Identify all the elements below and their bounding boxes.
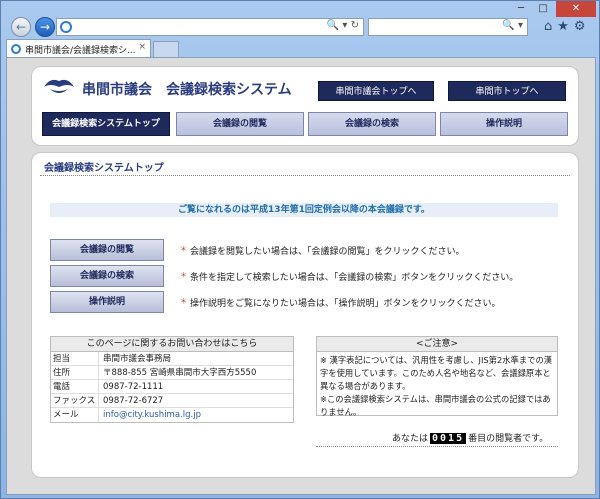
city-emblem-icon bbox=[44, 79, 74, 93]
address-bar-tools[interactable]: 🔍 ▾ ↻ bbox=[327, 20, 359, 31]
menu-search[interactable]: 会議録の検索 bbox=[308, 112, 436, 136]
contact-value: 0987-72-1111 bbox=[103, 382, 164, 392]
table-row: 住所 〒888-855 宮崎県串間市大字西方5550 bbox=[51, 366, 293, 380]
visitor-counter: あなたは 0015 番目の閲覧者です。 bbox=[392, 431, 548, 444]
browser-tab[interactable]: 串間市議会/会議録検索シ... × bbox=[6, 39, 151, 57]
page-title: 会議録検索システムトップ bbox=[44, 163, 164, 174]
maximize-button[interactable]: □ bbox=[533, 1, 553, 17]
forward-button[interactable]: → bbox=[35, 17, 55, 37]
search-button[interactable]: 会議録の検索 bbox=[50, 265, 164, 287]
help-description: 操作説明をご覧になりたい場合は、「操作説明」ボタンをクリックください。 bbox=[180, 296, 501, 309]
browse-button[interactable]: 会議録の閲覧 bbox=[50, 239, 164, 261]
page-viewport: 串間市議会 会議録検索システム 串間市議会トップへ 串間市トップへ 会議録検索シ… bbox=[6, 57, 596, 495]
ie-page-icon bbox=[60, 21, 72, 33]
back-button[interactable]: ← bbox=[11, 17, 31, 37]
close-window-button[interactable]: ✕ bbox=[556, 1, 596, 17]
menu-help[interactable]: 操作説明 bbox=[440, 112, 568, 136]
browse-description: 会議録を閲覧したい場合は、「会議録の閲覧」をクリックください。 bbox=[180, 244, 465, 257]
contact-key: 担当 bbox=[51, 352, 99, 365]
coverage-notice: ご覧になれるのは平成13年第1回定例会以降の本会議録です。 bbox=[50, 203, 558, 217]
table-row: 担当 串間市議会事務局 bbox=[51, 352, 293, 366]
main-content: 会議録検索システムトップ ご覧になれるのは平成13年第1回定例会以降の本会議録で… bbox=[31, 152, 579, 478]
minimize-button[interactable]: ─ bbox=[511, 1, 531, 17]
contact-key: ファックス bbox=[51, 394, 99, 407]
counter-digits: 0015 bbox=[430, 433, 467, 444]
new-tab-button[interactable] bbox=[153, 41, 179, 57]
site-header: 串間市議会 会議録検索システム 串間市議会トップへ 串間市トップへ 会議録検索シ… bbox=[31, 66, 579, 146]
browser-window: ─ □ ✕ ← → 🔍 ▾ ↻ 🔍 ▾ ⌂★⚙ 串間市議会/会議録検索シ... … bbox=[0, 0, 600, 499]
menu-browse[interactable]: 会議録の閲覧 bbox=[176, 112, 304, 136]
caution-line: ※ 漢字表記については、汎用性を考慮し、JIS第2水準までの漢字を使用しています… bbox=[320, 355, 553, 391]
city-top-link[interactable]: 串間市トップへ bbox=[448, 81, 566, 101]
table-row: メール info@city.kushima.lg.jp bbox=[51, 408, 293, 422]
site-title: 串間市議会 会議録検索システム bbox=[82, 82, 292, 98]
title-divider bbox=[40, 175, 570, 176]
contact-value: 串間市議会事務局 bbox=[103, 354, 172, 364]
council-top-link[interactable]: 串間市議会トップへ bbox=[318, 81, 434, 101]
arrow-right-icon: → bbox=[39, 20, 51, 34]
arrow-left-icon: ← bbox=[15, 20, 27, 34]
ie-tab-icon bbox=[11, 44, 21, 54]
search-box[interactable]: 🔍 ▾ bbox=[368, 18, 528, 36]
search-description: 条件を指定して検索したい場合は、「会議録の検索」ボタンをクリックください。 bbox=[180, 270, 518, 283]
counter-suffix: 番目の閲覧者です。 bbox=[468, 434, 549, 444]
caution-heading: <ご注意> bbox=[317, 337, 557, 352]
address-bar[interactable]: 🔍 ▾ ↻ bbox=[56, 18, 364, 36]
caution-line: ※この会議録検索システムは、串間市議会の公式の記録ではありません。 bbox=[320, 394, 551, 417]
menu-system-top[interactable]: 会議録検索システムトップ bbox=[42, 112, 170, 136]
search-tools[interactable]: 🔍 ▾ bbox=[502, 20, 523, 31]
table-row: ファックス 0987-72-6727 bbox=[51, 394, 293, 408]
tab-title: 串間市議会/会議録検索シ... bbox=[25, 46, 136, 56]
help-button[interactable]: 操作説明 bbox=[50, 291, 164, 313]
tab-close-icon[interactable]: × bbox=[138, 42, 146, 52]
contact-key: メール bbox=[51, 408, 99, 422]
contact-table: このページに関するお問い合わせはこちら 担当 串間市議会事務局 住所 〒888-85… bbox=[50, 336, 294, 423]
contact-value: 〒888-855 宮崎県串間市大字西方5550 bbox=[103, 368, 257, 378]
contact-heading: このページに関するお問い合わせはこちら bbox=[51, 337, 293, 352]
counter-divider bbox=[316, 446, 558, 447]
contact-value: 0987-72-6727 bbox=[103, 396, 164, 406]
caution-box: <ご注意> ※ 漢字表記については、汎用性を考慮し、JIS第2水準までの漢字を使… bbox=[316, 336, 558, 417]
email-link[interactable]: info@city.kushima.lg.jp bbox=[99, 408, 201, 422]
contact-key: 電話 bbox=[51, 380, 99, 393]
home-favorites-settings-icons[interactable]: ⌂★⚙ bbox=[544, 19, 591, 34]
contact-key: 住所 bbox=[51, 366, 99, 379]
counter-prefix: あなたは bbox=[392, 434, 429, 444]
table-row: 電話 0987-72-1111 bbox=[51, 380, 293, 394]
